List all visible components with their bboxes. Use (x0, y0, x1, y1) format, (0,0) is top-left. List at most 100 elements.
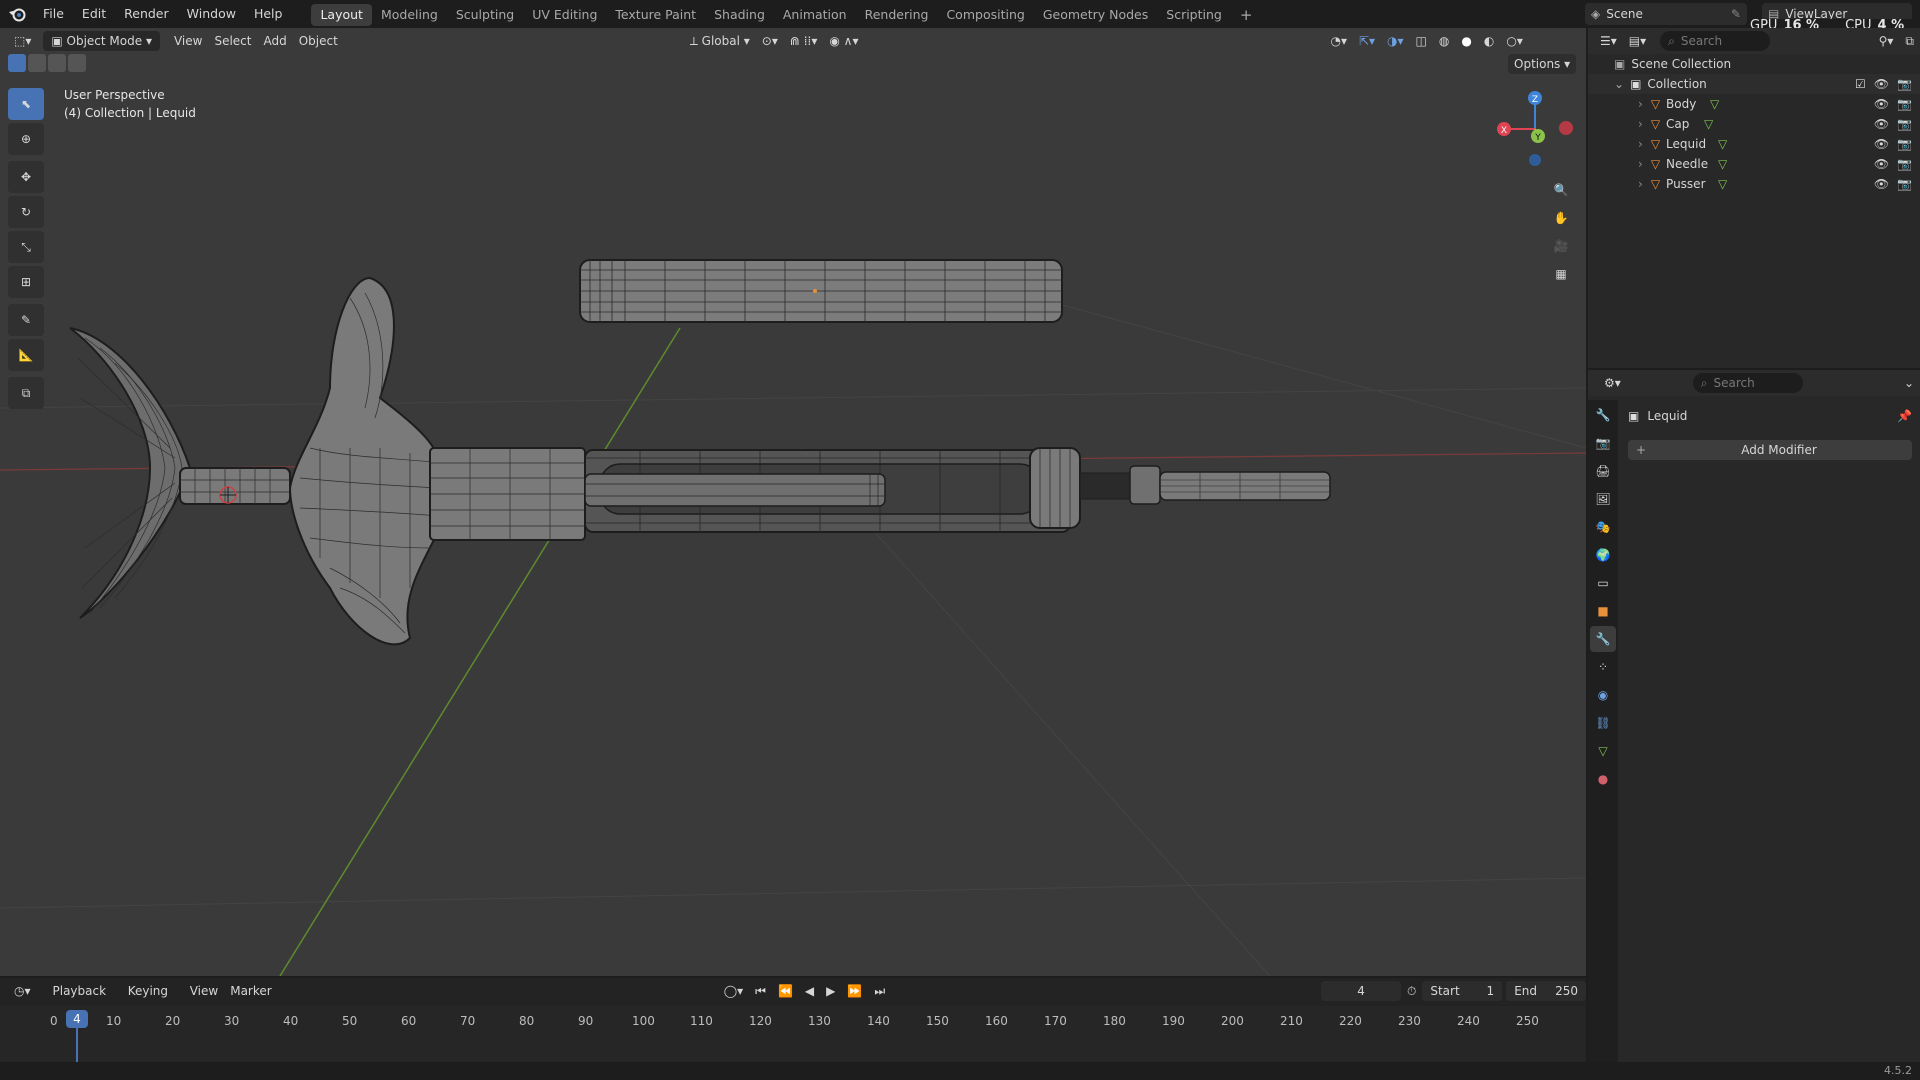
xray-icon[interactable]: ◫ (1410, 31, 1433, 51)
outliner-row-lequid[interactable]: › ▽ Lequid ▽ 👁 📷 (1588, 134, 1920, 154)
end-frame-field[interactable]: End 250 (1506, 981, 1587, 1001)
shading-material-icon[interactable]: ◐ (1478, 31, 1500, 51)
menu-keying[interactable]: Keying ▾ (122, 981, 184, 1018)
needle-mesh[interactable] (1029, 447, 1331, 529)
view-layer-tab-icon[interactable]: 🖼 (1590, 486, 1616, 512)
snap-icon[interactable]: ⋒ ⁞⁞▾ (784, 31, 824, 51)
tab-scripting[interactable]: Scripting (1157, 4, 1231, 26)
display-mode-icon[interactable]: ▤▾ (1623, 31, 1652, 51)
blender-logo-icon[interactable] (0, 0, 34, 28)
render-tab-icon[interactable]: 📷 (1590, 430, 1616, 456)
output-tab-icon[interactable]: 🖨 (1590, 458, 1616, 484)
tab-texture-paint[interactable]: Texture Paint (606, 4, 705, 26)
playhead-frame[interactable]: 4 (66, 1010, 88, 1028)
select-box-tool[interactable]: ⬉ (8, 88, 44, 120)
add-modifier-button[interactable]: + Add Modifier (1628, 440, 1912, 460)
tab-layout[interactable]: Layout (311, 4, 372, 26)
menu-timeline-view[interactable]: View (184, 981, 224, 1001)
pin-icon[interactable]: ✎ (1731, 7, 1741, 21)
menu-object[interactable]: Object (293, 31, 344, 51)
mesh-data-icon[interactable]: ▽ (1718, 157, 1727, 171)
current-frame-field[interactable]: 4 (1321, 981, 1401, 1001)
tab-animation[interactable]: Animation (774, 4, 856, 26)
tab-modeling[interactable]: Modeling (372, 4, 447, 26)
physics-tab-icon[interactable]: ◉ (1590, 682, 1616, 708)
mesh-data-icon[interactable]: ▽ (1718, 177, 1727, 191)
autokey-icon[interactable]: ◯▾ (718, 981, 749, 1001)
overlay-toggle-icon[interactable]: ◑▾ (1381, 31, 1410, 51)
object-tab-icon[interactable]: ■ (1590, 598, 1616, 624)
expand-arrow-icon[interactable]: › (1638, 157, 1643, 171)
scene-tab-icon[interactable]: 🎭 (1590, 514, 1616, 540)
stopwatch-icon[interactable]: ⏱ (1401, 981, 1422, 1001)
play-reverse-icon[interactable]: ◀ (799, 981, 820, 1001)
options-dropdown[interactable]: Options ▾ (1508, 54, 1577, 74)
pan-hand-icon[interactable]: ✋ (1547, 204, 1575, 232)
gizmo-toggle-icon[interactable]: ⇱▾ (1353, 31, 1381, 51)
menu-render[interactable]: Render (115, 0, 178, 28)
menu-window[interactable]: Window (178, 0, 245, 28)
render-camera-icon[interactable]: 📷 (1897, 77, 1912, 91)
select-extend-icon[interactable] (28, 54, 46, 72)
expand-arrow-icon[interactable]: ⌄ (1614, 77, 1624, 91)
visibility-icon[interactable]: ◔▾ (1324, 31, 1353, 51)
mesh-data-icon[interactable]: ▽ (1710, 97, 1719, 111)
properties-editor-icon[interactable]: ⚙▾ (1598, 373, 1627, 393)
eye-icon[interactable]: 👁 (1874, 97, 1889, 111)
menu-edit[interactable]: Edit (73, 0, 115, 28)
shading-solid-icon[interactable]: ● (1455, 31, 1477, 51)
tab-sculpting[interactable]: Sculpting (447, 4, 523, 26)
tab-shading[interactable]: Shading (705, 4, 774, 26)
mesh-data-icon[interactable]: ▽ (1704, 117, 1713, 131)
render-camera-icon[interactable]: 📷 (1897, 97, 1912, 111)
outliner-row-pusser[interactable]: › ▽ Pusser ▽ 👁 📷 (1588, 174, 1920, 194)
pin-icon[interactable]: 📌 (1897, 409, 1912, 423)
eye-icon[interactable]: 👁 (1874, 177, 1889, 191)
chevron-down-icon[interactable]: ⌄ (1898, 373, 1920, 393)
properties-editor[interactable]: ⚙▾ ⌕ Search ⌄ 🔧 📷 🖨 🖼 🎭 🌍 ▭ ■ 🔧 ⁘ ◉ ⛓ ▽ … (1588, 370, 1920, 1062)
expand-arrow-icon[interactable]: › (1638, 97, 1643, 111)
eye-icon[interactable]: 👁 (1874, 157, 1889, 171)
measure-tool[interactable]: 📐 (8, 339, 44, 371)
body-mesh[interactable] (288, 276, 1071, 646)
render-camera-icon[interactable]: 📷 (1897, 137, 1912, 151)
expand-arrow-icon[interactable]: › (1638, 137, 1643, 151)
editor-type-icon[interactable]: ⬚▾ (8, 31, 37, 51)
start-frame-field[interactable]: Start 1 (1422, 981, 1503, 1001)
eye-icon[interactable]: 👁 (1874, 117, 1889, 131)
expand-arrow-icon[interactable]: › (1638, 177, 1643, 191)
next-keyframe-icon[interactable]: ⏩ (841, 981, 868, 1001)
tab-geometry-nodes[interactable]: Geometry Nodes (1034, 4, 1157, 26)
transform-tool[interactable]: ⊞ (8, 266, 44, 298)
playhead-line[interactable] (76, 1026, 78, 1062)
grid-perspective-icon[interactable]: ▦ (1547, 260, 1575, 288)
constraints-tab-icon[interactable]: ⛓ (1590, 710, 1616, 736)
outliner-row-collection[interactable]: ⌄ ▣ Collection ☑ 👁 📷 (1588, 74, 1920, 94)
cap-mesh[interactable] (579, 259, 1063, 323)
viewport-scene[interactable] (0, 28, 1586, 976)
scene-selector[interactable]: ◈ Scene ✎ (1585, 3, 1747, 25)
filter-icon[interactable]: ⚲▾ (1873, 31, 1900, 51)
shading-wireframe-icon[interactable]: ◍ (1433, 31, 1455, 51)
outliner-row-body[interactable]: › ▽ Body ▽ 👁 📷 (1588, 94, 1920, 114)
tab-rendering[interactable]: Rendering (856, 4, 938, 26)
cursor-tool[interactable]: ⊕ (8, 123, 44, 155)
mesh-data-icon[interactable]: ▽ (1718, 137, 1727, 151)
menu-file[interactable]: File (34, 0, 73, 28)
camera-icon[interactable]: 🎥 (1547, 232, 1575, 260)
world-tab-icon[interactable]: 🌍 (1590, 542, 1616, 568)
collection-tab-icon[interactable]: ▭ (1590, 570, 1616, 596)
3d-viewport[interactable]: ⬚▾ ▣ Object Mode ▾ View Select Add Objec… (0, 28, 1586, 976)
timeline-editor[interactable]: ◷▾ Playback ▾ Keying ▾ View Marker ◯▾ ⏮ … (0, 978, 1587, 1062)
new-collection-icon[interactable]: ⧉ (1899, 31, 1920, 51)
properties-search-input[interactable]: ⌕ Search (1692, 373, 1803, 393)
add-workspace-button[interactable]: + (1231, 4, 1262, 26)
shading-rendered-icon[interactable]: ○▾ (1500, 31, 1529, 51)
select-intersect-icon[interactable] (68, 54, 86, 72)
modifier-tab-icon[interactable]: 🔧 (1590, 626, 1616, 652)
lequid-mesh[interactable] (584, 473, 886, 507)
prev-keyframe-icon[interactable]: ⏪ (772, 981, 799, 1001)
tab-compositing[interactable]: Compositing (937, 4, 1033, 26)
play-icon[interactable]: ▶ (820, 981, 841, 1001)
transform-orientation-dropdown[interactable]: ⟂ Global ▾ (684, 31, 756, 51)
